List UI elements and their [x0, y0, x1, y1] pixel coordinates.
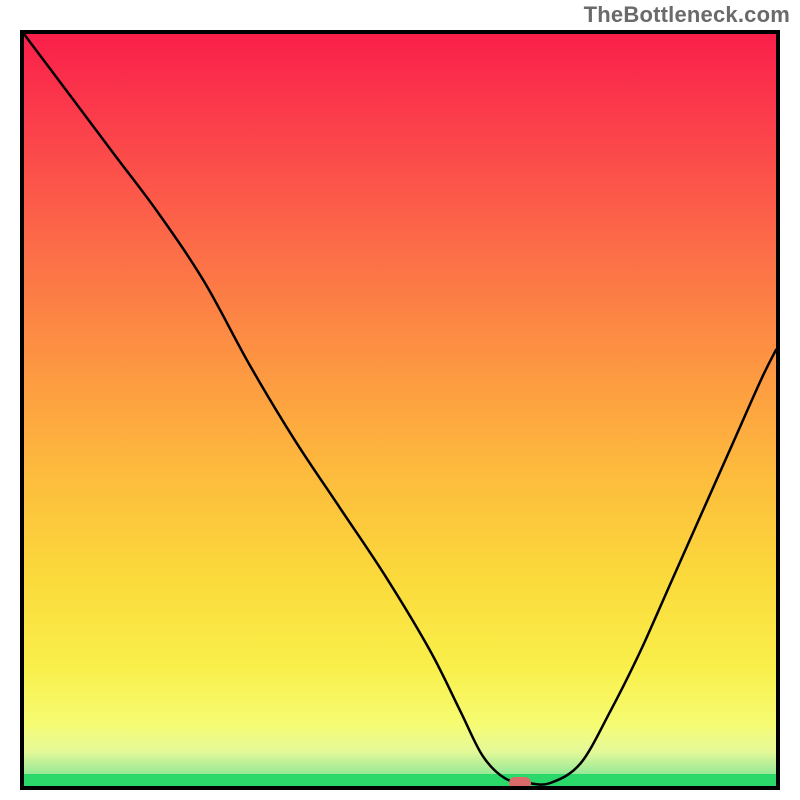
chart-plot-area — [20, 30, 780, 790]
watermark-text: TheBottleneck.com — [584, 2, 790, 28]
bottleneck-curve — [24, 34, 776, 786]
bottleneck-marker — [509, 777, 531, 789]
